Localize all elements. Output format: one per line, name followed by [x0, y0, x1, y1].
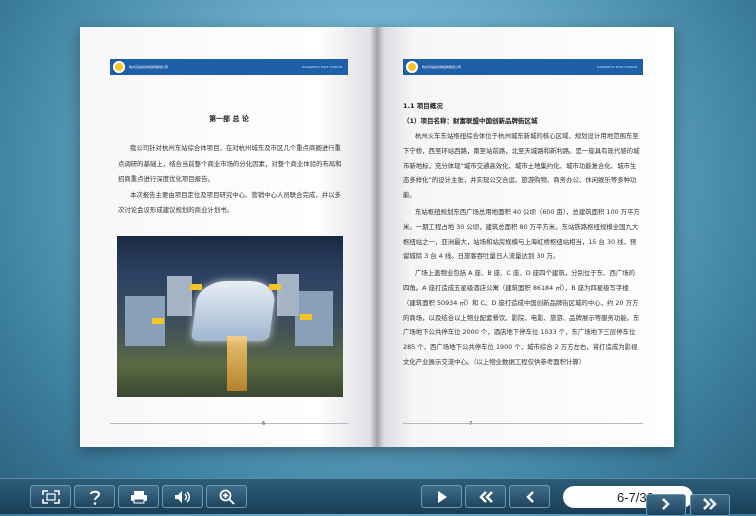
chapter-title: 第一部 总 论: [209, 114, 249, 123]
page-header-banner: 杭州东站综合体招商策划公司 HANGZHOU EAST STATION: [403, 59, 643, 75]
paragraph: 东站枢纽规划东西广场总用地面积 40 公顷（600 亩），总建筑面积 100 万…: [403, 207, 640, 261]
company-logo-icon: [406, 61, 418, 73]
speaker-icon: [174, 490, 192, 504]
header-company-name: 杭州东站综合体招商策划公司: [129, 65, 169, 69]
print-button[interactable]: [118, 485, 159, 508]
first-page-button[interactable]: [465, 485, 506, 508]
paragraph: 杭州火车东站枢纽综合体位于杭州城东新城的核心区域，规划设计用地范围东至下宁桥，西…: [403, 132, 640, 200]
right-page[interactable]: 杭州东站综合体招商策划公司 HANGZHOU EAST STATION 1.1 …: [377, 27, 674, 447]
flipbook[interactable]: 杭州东站综合体招商策划公司 HANGZHOU EAST STATION 第一部 …: [80, 27, 674, 447]
prev-page-button[interactable]: [509, 485, 550, 508]
zoom-in-icon: [219, 489, 235, 505]
paragraph: 本次报告主要由项目定位及项目研究中心、营销中心人员联合完成，并以多次讨论会议形成…: [118, 190, 341, 215]
next-page-icon: [660, 496, 672, 515]
sound-button[interactable]: [162, 485, 203, 508]
help-button[interactable]: [74, 485, 115, 508]
paragraph: 广场上盖物业包括 A 座、B 座、C 座、D 座四个建筑，分别位于东、西广场的四…: [403, 269, 640, 366]
page-number: 6: [262, 421, 266, 427]
play-icon: [436, 490, 448, 504]
prev-page-icon: [524, 490, 536, 504]
project-name: 财富联盟中国创新品牌街区城: [453, 117, 538, 125]
chapter-body: 我公司针对杭州东站综合体项目，在对杭州城东及市区几个重点商圈进行重点调研的基础上…: [118, 141, 342, 219]
book-spine: [370, 27, 384, 447]
project-label: （1）项目名称：: [403, 117, 454, 125]
help-icon: [88, 489, 102, 505]
last-page-icon: [701, 496, 719, 515]
header-company-name: 杭州东站综合体招商策划公司: [422, 65, 462, 69]
paragraph: 我公司针对杭州东站综合体项目，在对杭州城东及市区几个重点商圈进行重点调研的基础上…: [118, 144, 342, 183]
left-page[interactable]: 杭州东站综合体招商策划公司 HANGZHOU EAST STATION 第一部 …: [80, 27, 377, 447]
company-logo-icon: [113, 61, 125, 73]
header-right-text: HANGZHOU EAST STATION: [597, 65, 637, 69]
page-number: 7: [469, 421, 473, 427]
section-body: 杭州火车东站枢纽综合体位于杭州城东新城的核心区域，规划设计用地范围东至下宁桥，西…: [403, 129, 641, 372]
station-aerial-image: [117, 236, 343, 397]
header-right-text: HANGZHOU EAST STATION: [302, 65, 342, 69]
fullscreen-icon: [41, 489, 60, 504]
section-title: 1.1 项目概况: [403, 102, 443, 110]
page-header-banner: 杭州东站综合体招商策划公司 HANGZHOU EAST STATION: [110, 59, 348, 75]
project-name-line: （1）项目名称：财富联盟中国创新品牌街区城: [403, 114, 643, 129]
autoplay-button[interactable]: [421, 485, 462, 508]
fullscreen-button[interactable]: [30, 485, 71, 508]
zoom-in-button[interactable]: [206, 485, 247, 508]
first-page-icon: [477, 490, 495, 504]
viewer-toolbar: 6-7/30: [0, 478, 756, 514]
print-icon: [130, 490, 148, 504]
